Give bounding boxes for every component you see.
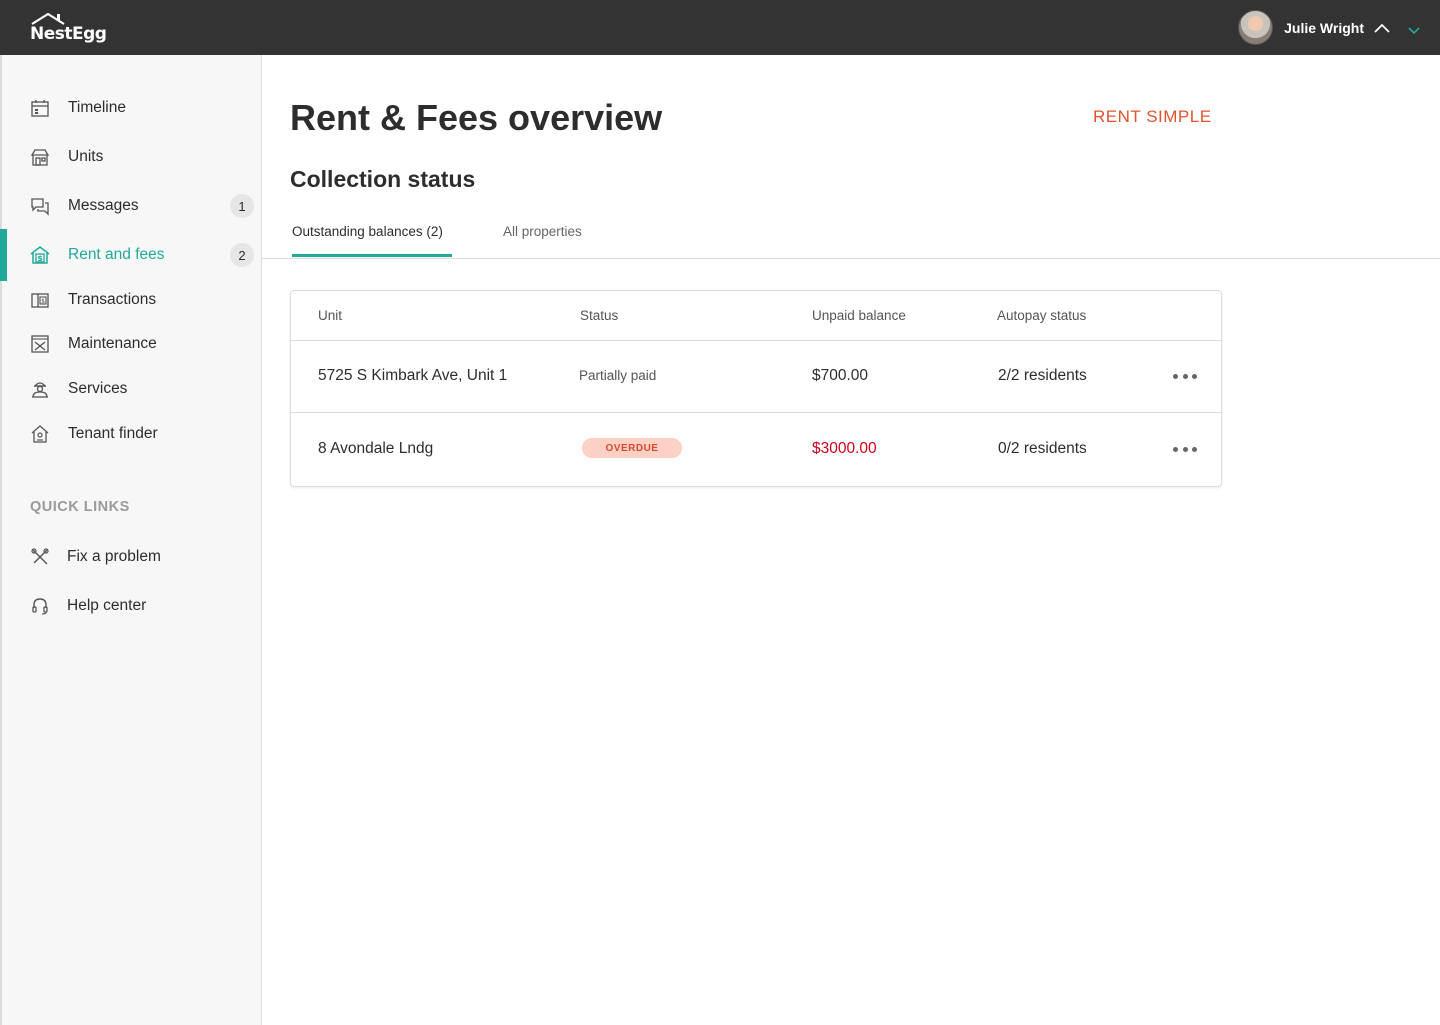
house-search-icon: [31, 425, 49, 443]
tools-box-icon: [31, 335, 49, 353]
sidebar-item-rent-and-fees[interactable]: $ Rent and fees 2: [0, 229, 262, 281]
status-text: Partially paid: [579, 368, 657, 383]
sidebar-item-label: Tenant finder: [68, 425, 158, 442]
house-dollar-icon: $: [30, 246, 50, 264]
quick-link-fix-a-problem[interactable]: Fix a problem: [2, 537, 262, 577]
unpaid-balance: $700.00: [812, 367, 869, 384]
tab-all-properties[interactable]: All properties: [503, 224, 582, 239]
column-header-autopay-status[interactable]: Autopay status: [997, 308, 1086, 323]
autopay-status: 2/2 residents: [998, 367, 1087, 384]
sidebar-item-units[interactable]: Units: [2, 137, 262, 177]
calendar-icon: [31, 100, 49, 117]
headset-icon: [32, 598, 48, 615]
column-header-unpaid-balance[interactable]: Unpaid balance: [812, 308, 906, 323]
chevron-up-icon[interactable]: [1374, 23, 1390, 33]
sidebar-item-label: Help center: [67, 597, 147, 614]
avatar[interactable]: [1238, 10, 1274, 45]
quick-link-help-center[interactable]: Help center: [2, 586, 262, 626]
top-bar: NestEgg Julie Wright: [0, 0, 1440, 55]
sidebar-item-maintenance[interactable]: Maintenance: [2, 324, 262, 364]
worker-icon: [32, 382, 48, 398]
sidebar-item-label: Transactions: [68, 291, 157, 308]
sidebar-item-label: Rent and fees: [68, 246, 165, 263]
active-tab-indicator: [292, 254, 452, 257]
status-badge: OVERDUE: [582, 438, 682, 458]
section-title: Collection status: [290, 166, 476, 192]
rent-simple-link[interactable]: RENT SIMPLE: [1093, 107, 1212, 127]
nestegg-logo[interactable]: NestEgg: [30, 12, 110, 44]
sidebar-item-label: Maintenance: [68, 335, 157, 352]
more-options-icon[interactable]: [1173, 372, 1197, 380]
sidebar-item-transactions[interactable]: $ Transactions: [2, 280, 262, 320]
chat-bubbles-icon: [31, 198, 49, 216]
svg-text:$: $: [37, 254, 43, 263]
count-badge: 2: [230, 243, 254, 267]
unpaid-balance: $3000.00: [812, 440, 877, 457]
wallet-icon: $: [31, 293, 49, 308]
sidebar-item-label: Fix a problem: [67, 548, 161, 565]
chevron-down-icon[interactable]: [1408, 26, 1420, 35]
sidebar-item-label: Timeline: [68, 99, 126, 116]
svg-text:$: $: [41, 298, 45, 305]
user-menu[interactable]: Julie Wright: [1238, 10, 1420, 45]
sidebar-item-services[interactable]: Services: [2, 369, 262, 409]
tab-outstanding-balances[interactable]: Outstanding balances (2): [292, 224, 443, 239]
sidebar-item-label: Services: [68, 380, 128, 397]
sidebar-item-tenant-finder[interactable]: Tenant finder: [2, 414, 262, 454]
tabs-divider: [262, 258, 1440, 259]
page-title: Rent & Fees overview: [290, 97, 663, 138]
sidebar-item-label: Messages: [68, 197, 139, 214]
unread-count-badge: 1: [230, 194, 254, 218]
row-divider: [291, 412, 1221, 413]
user-name[interactable]: Julie Wright: [1284, 20, 1364, 36]
quick-links-heading: QUICK LINKS: [30, 499, 130, 515]
balances-table: Unit Status Unpaid balance Autopay statu…: [290, 290, 1222, 487]
unit-address[interactable]: 8 Avondale Lndg: [318, 440, 433, 458]
logo-text: NestEgg: [30, 24, 107, 44]
wrench-screwdriver-icon: [31, 548, 49, 565]
column-header-status[interactable]: Status: [580, 308, 618, 323]
sidebar-item-messages[interactable]: Messages 1: [2, 186, 262, 226]
sidebar: Timeline Units Messages 1 $ Rent and fee…: [0, 55, 262, 1025]
storefront-icon: [30, 149, 50, 166]
sidebar-item-timeline[interactable]: Timeline: [2, 88, 262, 128]
sidebar-item-label: Units: [68, 148, 104, 165]
column-header-unit[interactable]: Unit: [318, 308, 342, 323]
more-options-icon[interactable]: [1173, 445, 1197, 453]
unit-address[interactable]: 5725 S Kimbark Ave, Unit 1: [318, 367, 507, 385]
row-divider: [291, 340, 1221, 341]
autopay-status: 0/2 residents: [998, 440, 1087, 457]
